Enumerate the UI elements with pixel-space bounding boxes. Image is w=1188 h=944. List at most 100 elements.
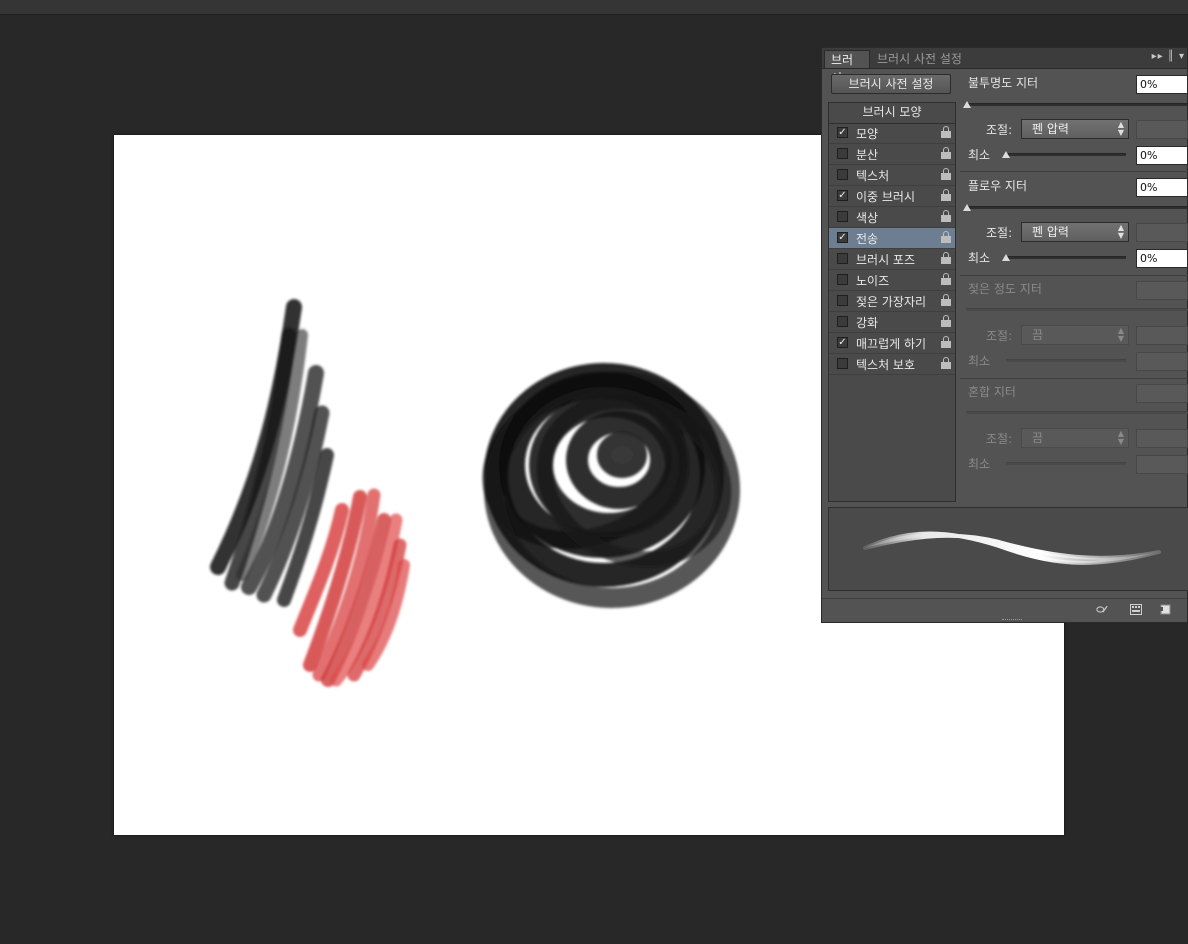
flow-control-field (1136, 223, 1188, 242)
lock-icon[interactable] (941, 147, 951, 159)
opacity-control-label: 조절: (986, 123, 1013, 137)
divider (960, 378, 1188, 379)
mix-jitter-field (1136, 384, 1188, 403)
flow-control-value: 펜 압력 (1032, 225, 1069, 239)
mix-min-slider (1006, 462, 1126, 465)
black-hatch-strokes (210, 299, 334, 607)
option-label: 전송 (856, 232, 879, 246)
option-label: 브러시 포즈 (856, 253, 916, 267)
wetness-jitter-label: 젖은 정도 지터 (968, 282, 1042, 296)
option-label: 강화 (856, 316, 879, 330)
lock-icon[interactable] (941, 210, 951, 222)
flow-control-label: 조절: (986, 226, 1013, 240)
option-checkbox[interactable] (837, 316, 848, 327)
lock-icon[interactable] (941, 126, 951, 138)
tab-brush-presets[interactable]: 브러시 사전 설정 (871, 50, 968, 68)
opacity-jitter-field[interactable]: 0% (1136, 75, 1188, 94)
flow-min-slider-thumb[interactable] (1002, 254, 1010, 261)
brush-tip-shape-header[interactable]: 브러시 모양 (829, 103, 955, 124)
option-checkbox[interactable]: ✓ (837, 232, 848, 243)
option-checkbox[interactable] (837, 253, 848, 264)
wetness-control-label: 조절: (986, 329, 1013, 343)
panel-bottom-bar (822, 598, 1187, 623)
brush-option-noise[interactable]: 노이즈 (829, 270, 955, 291)
divider (960, 171, 1188, 172)
create-new-brush-icon[interactable] (1159, 604, 1171, 615)
panel-menu-icon[interactable]: ▸▸ ║ ▾ (1152, 51, 1185, 62)
brush-presets-button[interactable]: 브러시 사전 설정 (831, 74, 951, 94)
brush-option-brush-pose[interactable]: 브러시 포즈 (829, 249, 955, 270)
lock-icon[interactable] (941, 231, 951, 243)
select-arrows-icon: ▲ ▼ (1117, 120, 1124, 137)
lock-icon[interactable] (941, 336, 951, 348)
opacity-min-field[interactable]: 0% (1136, 146, 1188, 165)
option-checkbox[interactable] (837, 358, 848, 369)
brush-option-shape[interactable]: ✓ 모양 (829, 123, 955, 144)
brush-option-scattering[interactable]: 분산 (829, 144, 955, 165)
option-label: 색상 (856, 211, 879, 225)
brush-option-texture[interactable]: 텍스처 (829, 165, 955, 186)
flow-jitter-label: 플로우 지터 (968, 179, 1028, 193)
wetness-control-select: 끔 ▲ ▼ (1021, 325, 1129, 345)
option-checkbox[interactable] (837, 169, 848, 180)
flow-jitter-field[interactable]: 0% (1136, 178, 1188, 197)
opacity-jitter-slider[interactable] (966, 103, 1188, 106)
mix-min-label: 최소 (968, 457, 991, 471)
top-menu-bar (0, 0, 1188, 15)
panel-resize-grip[interactable] (1002, 619, 1022, 622)
brush-option-color-dynamics[interactable]: 색상 (829, 207, 955, 228)
brush-option-dual-brush[interactable]: ✓ 이중 브러시 (829, 186, 955, 207)
select-arrows-icon: ▲ ▼ (1117, 223, 1124, 240)
opacity-jitter-slider-thumb[interactable] (963, 101, 971, 108)
option-checkbox[interactable]: ✓ (837, 337, 848, 348)
opacity-min-slider-thumb[interactable] (1002, 151, 1010, 158)
opacity-jitter-label: 불투명도 지터 (968, 76, 1039, 90)
wetness-min-label: 최소 (968, 354, 991, 368)
lock-icon[interactable] (941, 252, 951, 264)
flow-jitter-slider-thumb[interactable] (963, 204, 971, 211)
mix-control-field (1136, 429, 1188, 448)
mix-control-value: 끔 (1032, 431, 1044, 445)
opacity-control-value: 펜 압력 (1032, 122, 1069, 136)
brush-grid-icon[interactable] (1130, 604, 1142, 615)
flow-min-label: 최소 (968, 251, 991, 265)
mix-jitter-label: 혼합 지터 (968, 385, 1016, 399)
option-label: 이중 브러시 (856, 190, 916, 204)
wetness-min-field (1136, 352, 1188, 371)
option-checkbox[interactable] (837, 148, 848, 159)
lock-icon[interactable] (941, 294, 951, 306)
wetness-control-value: 끔 (1032, 328, 1044, 342)
select-arrows-icon: ▲ ▼ (1117, 429, 1124, 446)
opacity-min-label: 최소 (968, 148, 991, 162)
flow-min-field[interactable]: 0% (1136, 249, 1188, 268)
wetness-jitter-field (1136, 281, 1188, 300)
stroke-preview-graphic (863, 531, 1161, 565)
brush-option-transfer[interactable]: ✓ 전송 (829, 228, 955, 249)
lock-icon[interactable] (941, 168, 951, 180)
option-checkbox[interactable] (837, 274, 848, 285)
flow-control-select[interactable]: 펜 압력 ▲ ▼ (1021, 222, 1129, 242)
lock-icon[interactable] (941, 315, 951, 327)
option-checkbox[interactable] (837, 295, 848, 306)
brush-stroke-preview (828, 507, 1188, 591)
mix-control-select: 끔 ▲ ▼ (1021, 428, 1129, 448)
option-checkbox[interactable]: ✓ (837, 127, 848, 138)
flow-jitter-slider[interactable] (966, 206, 1188, 209)
toggle-live-tip-preview-icon[interactable] (1096, 604, 1108, 615)
opacity-min-slider[interactable] (1006, 153, 1126, 156)
option-checkbox[interactable]: ✓ (837, 190, 848, 201)
brush-option-protect-texture[interactable]: 텍스처 보호 (829, 354, 955, 375)
option-label: 매끄럽게 하기 (856, 337, 927, 351)
lock-icon[interactable] (941, 273, 951, 285)
brush-panel: 브러시 브러시 사전 설정 ▸▸ ║ ▾ 브러시 사전 설정 브러시 모양 불투… (821, 47, 1188, 623)
lock-icon[interactable] (941, 357, 951, 369)
option-checkbox[interactable] (837, 211, 848, 222)
brush-option-smoothing[interactable]: ✓ 매끄럽게 하기 (829, 333, 955, 354)
brush-option-wet-edges[interactable]: 젖은 가장자리 (829, 291, 955, 312)
option-label: 텍스처 (856, 169, 890, 183)
lock-icon[interactable] (941, 189, 951, 201)
flow-min-slider[interactable] (1006, 256, 1126, 259)
brush-option-build-up[interactable]: 강화 (829, 312, 955, 333)
tab-brush[interactable]: 브러시 (824, 50, 870, 85)
opacity-control-select[interactable]: 펜 압력 ▲ ▼ (1021, 119, 1129, 139)
